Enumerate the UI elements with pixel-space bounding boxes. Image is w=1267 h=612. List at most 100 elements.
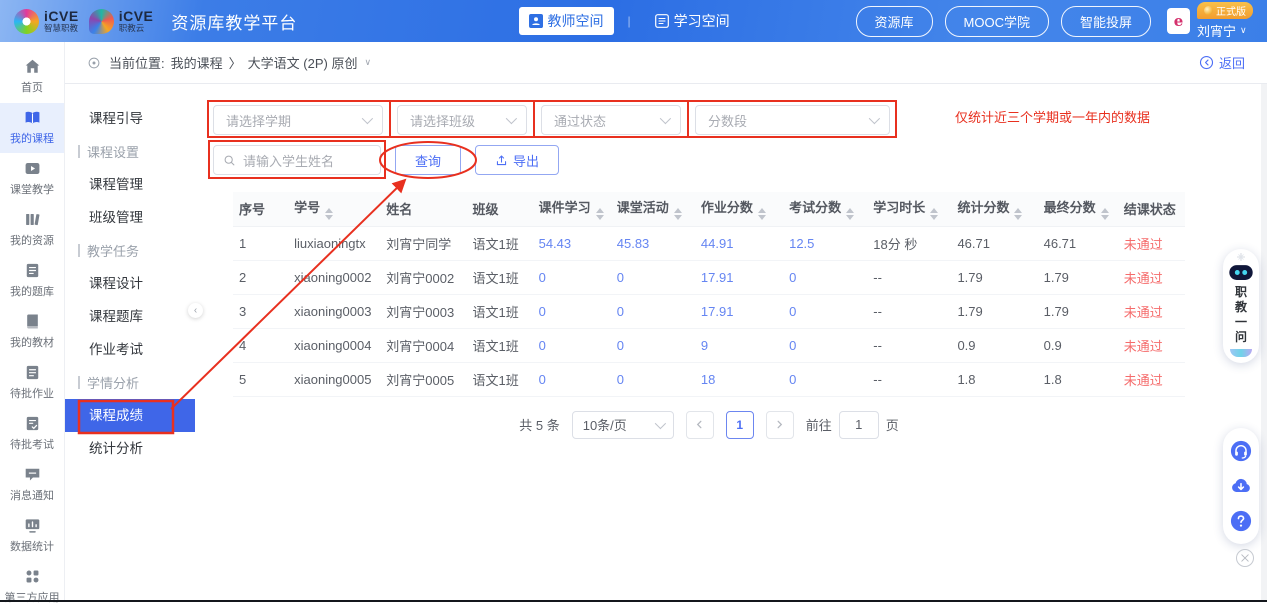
cell-courseware[interactable]: 0 <box>532 260 611 295</box>
sidebar-item-classroom-teaching[interactable]: 课堂教学 <box>0 154 64 204</box>
sort-icon[interactable] <box>846 208 855 221</box>
sidebar-item-my-question-bank[interactable]: 我的题库 <box>0 256 64 306</box>
submenu-item-course-grades[interactable]: 课程成绩 <box>65 399 195 432</box>
filter-class-select[interactable]: 请选择班级 <box>397 105 527 135</box>
export-button[interactable]: 导出 <box>475 145 560 175</box>
cell-activity[interactable]: 0 <box>610 362 695 397</box>
sidebar-item-pending-exams[interactable]: 待批考试 <box>0 409 64 459</box>
submenu-item-class-management[interactable]: 班级管理 <box>65 201 195 234</box>
download-center-icon[interactable] <box>1230 475 1252 497</box>
sort-icon[interactable] <box>325 208 334 221</box>
filter-semester-select[interactable]: 请选择学期 <box>213 105 383 135</box>
cell-exam[interactable]: 0 <box>783 294 868 329</box>
submenu-item-course-design[interactable]: 课程设计 <box>65 267 195 300</box>
col-header-final-score[interactable]: 最终分数 <box>1037 192 1118 227</box>
col-header-student-id[interactable]: 学号 <box>288 192 381 227</box>
logo-icve-smart-edu: iCVE 智慧职教 <box>14 8 79 34</box>
help-icon[interactable] <box>1230 510 1252 532</box>
cell-activity[interactable]: 45.83 <box>610 226 695 261</box>
col-header-duration[interactable]: 学习时长 <box>867 192 952 227</box>
sidebar-item-third-party-apps[interactable]: 第三方应用 <box>0 562 64 612</box>
submenu-item-course-management[interactable]: 课程管理 <box>65 168 195 201</box>
sort-icon[interactable] <box>673 208 682 221</box>
export-icon <box>495 154 508 167</box>
breadcrumb-current[interactable]: 大学语文 (2P) 原创 <box>248 53 358 72</box>
sidebar-item-messages[interactable]: 消息通知 <box>0 460 64 510</box>
student-name-search-input[interactable]: 请输入学生姓名 <box>213 145 381 175</box>
scrollbar[interactable] <box>1261 84 1267 602</box>
sidebar-item-my-textbooks[interactable]: 我的教材 <box>0 307 64 357</box>
cell-exam[interactable]: 12.5 <box>783 226 868 261</box>
sort-icon[interactable] <box>1100 208 1109 221</box>
cell-exam[interactable]: 0 <box>783 260 868 295</box>
col-header-homework[interactable]: 作业分数 <box>694 192 784 227</box>
cell-courseware[interactable]: 0 <box>532 294 611 329</box>
course-switch-caret-icon[interactable]: ∨ <box>364 57 371 68</box>
cell-homework[interactable]: 18 <box>694 362 784 397</box>
cell-exam[interactable]: 0 <box>783 328 868 363</box>
tab-label: 学习空间 <box>673 13 730 29</box>
col-header-exam[interactable]: 考试分数 <box>783 192 868 227</box>
cell-homework[interactable]: 17.91 <box>694 294 784 329</box>
sidebar-item-label: 首页 <box>21 82 43 94</box>
cell-activity[interactable]: 0 <box>610 328 695 363</box>
query-button[interactable]: 查询 <box>395 145 462 175</box>
prev-page-button[interactable] <box>685 410 714 439</box>
cell-courseware[interactable]: 54.43 <box>532 226 611 261</box>
sidebar-item-my-resources[interactable]: 我的资源 <box>0 205 64 255</box>
goto-page-input[interactable]: 1 <box>838 410 879 439</box>
page-1-button[interactable]: 1 <box>725 410 754 439</box>
sort-icon[interactable] <box>595 208 604 221</box>
close-toolbar-icon[interactable] <box>1236 549 1254 567</box>
logo-caption: 职教云 <box>118 22 145 33</box>
submenu-item-homework-exam[interactable]: 作业考试 <box>65 333 195 366</box>
cell-homework[interactable]: 44.91 <box>694 226 784 261</box>
chevron-right-icon <box>777 420 783 429</box>
resource-library-button[interactable]: 资源库 <box>855 5 933 37</box>
customer-service-icon[interactable] <box>1230 440 1252 462</box>
zhijiao-assistant-widget[interactable]: 职教一问 <box>1223 249 1259 363</box>
cell-courseware[interactable]: 0 <box>532 328 611 363</box>
sidebar-item-label: 我的题库 <box>10 286 54 298</box>
submenu-collapse-handle[interactable]: ‹ <box>188 303 203 318</box>
sidebar-item-my-courses[interactable]: 我的课程 <box>0 103 64 153</box>
filter-pass-status-select[interactable]: 通过状态 <box>541 105 681 135</box>
tab-teacher-space[interactable]: 教师空间 <box>518 7 614 35</box>
back-button[interactable]: 返回 <box>1199 53 1245 72</box>
select-placeholder: 请选择学期 <box>226 113 292 129</box>
col-header-courseware[interactable]: 课件学习 <box>532 192 611 227</box>
sort-icon[interactable] <box>1014 208 1023 221</box>
cell-student-id: xiaoning0004 <box>288 328 381 363</box>
smart-casting-button[interactable]: 智能投屏 <box>1060 5 1151 37</box>
cell-stat-score: 1.79 <box>951 294 1038 329</box>
breadcrumb-root[interactable]: 我的课程 <box>171 53 223 72</box>
submenu-item-course-question-bank[interactable]: 课程题库 <box>65 300 195 333</box>
page-size-select[interactable]: 10条/页 <box>571 410 674 439</box>
cell-courseware[interactable]: 0 <box>532 362 611 397</box>
cell-activity[interactable]: 0 <box>610 260 695 295</box>
home-icon <box>24 58 41 75</box>
sidebar-item-pending-homework[interactable]: 待批作业 <box>0 358 64 408</box>
pending-exams-icon <box>24 415 41 432</box>
cell-class: 语文1班 <box>466 362 533 397</box>
sidebar-item-home[interactable]: 首页 <box>0 52 64 102</box>
user-menu[interactable]: e 正式版 刘宵宁 ∨ <box>1167 2 1253 40</box>
cell-activity[interactable]: 0 <box>610 294 695 329</box>
tab-learning-space[interactable]: 学习空间 <box>645 7 740 35</box>
submenu-item-statistical-analysis[interactable]: 统计分析 <box>65 432 195 465</box>
icon-sidebar: 首页 我的课程 课堂教学 我的资源 我的题库 我的教材 待批作业 待批考试 消息通知 数据统计 第三… <box>0 42 65 604</box>
mooc-academy-button[interactable]: MOOC学院 <box>944 5 1049 37</box>
cell-homework[interactable]: 17.91 <box>694 260 784 295</box>
sidebar-item-data-statistics[interactable]: 数据统计 <box>0 511 64 561</box>
next-page-button[interactable] <box>765 410 794 439</box>
sort-icon[interactable] <box>930 208 939 221</box>
version-badge: 正式版 <box>1197 2 1253 19</box>
cell-status: 未通过 <box>1117 362 1185 397</box>
submenu-item-course-guide[interactable]: 课程引导 <box>65 102 195 135</box>
col-header-activity[interactable]: 课堂活动 <box>610 192 695 227</box>
cell-exam[interactable]: 0 <box>783 362 868 397</box>
col-header-stat-score[interactable]: 统计分数 <box>951 192 1038 227</box>
filter-score-range-select[interactable]: 分数段 <box>695 105 890 135</box>
sort-icon[interactable] <box>757 208 766 221</box>
cell-homework[interactable]: 9 <box>694 328 784 363</box>
